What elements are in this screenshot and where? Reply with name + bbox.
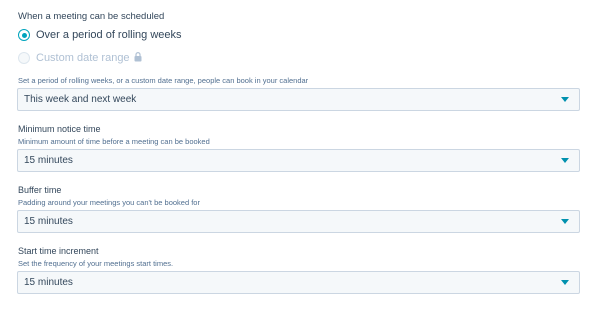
start-time-increment-help: Set the frequency of your meetings start… <box>18 259 174 268</box>
buffer-time-value: 15 minutes <box>24 216 73 227</box>
minimum-notice-label: Minimum notice time <box>18 124 101 134</box>
lock-icon <box>134 49 142 67</box>
buffer-time-select[interactable]: 15 minutes <box>17 210 580 233</box>
buffer-time-label: Buffer time <box>18 185 62 195</box>
caret-down-icon <box>561 97 569 102</box>
start-time-increment-label: Start time increment <box>18 246 99 256</box>
radio-label-custom-date-range: Custom date range <box>36 52 130 64</box>
minimum-notice-value: 15 minutes <box>24 155 73 166</box>
date-range-value: This week and next week <box>24 94 137 105</box>
minimum-notice-help: Minimum amount of time before a meeting … <box>18 137 210 146</box>
radio-rolling-weeks[interactable]: Over a period of rolling weeks <box>18 29 182 41</box>
date-range-select[interactable]: This week and next week <box>17 88 580 111</box>
minimum-notice-select[interactable]: 15 minutes <box>17 149 580 172</box>
radio-custom-date-range[interactable]: Custom date range <box>18 49 142 67</box>
caret-down-icon <box>561 280 569 285</box>
caret-down-icon <box>561 158 569 163</box>
radio-button-checked[interactable] <box>18 29 30 41</box>
caret-down-icon <box>561 219 569 224</box>
radio-label-rolling-weeks: Over a period of rolling weeks <box>36 29 182 41</box>
start-time-increment-value: 15 minutes <box>24 277 73 288</box>
date-range-help: Set a period of rolling weeks, or a cust… <box>18 76 309 85</box>
radio-button-disabled[interactable] <box>18 52 30 64</box>
buffer-time-help: Padding around your meetings you can't b… <box>18 198 200 207</box>
start-time-increment-select[interactable]: 15 minutes <box>17 271 580 294</box>
schedule-section-title: When a meeting can be scheduled <box>18 11 165 22</box>
